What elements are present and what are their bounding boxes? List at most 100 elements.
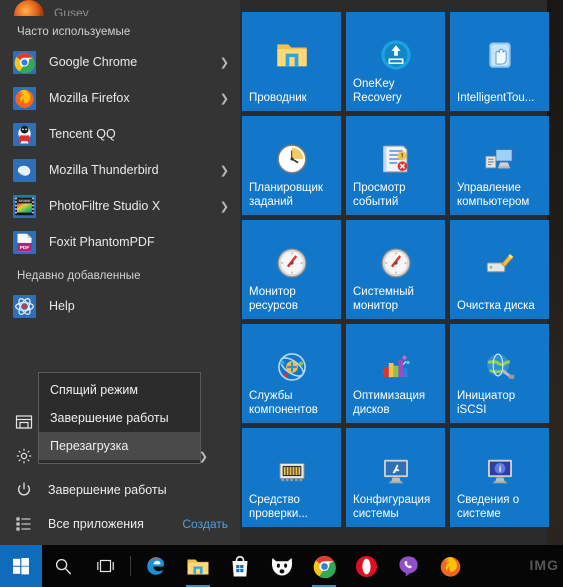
explorer-button[interactable] bbox=[177, 545, 219, 587]
viber-button[interactable] bbox=[387, 545, 429, 587]
start-tile[interactable]: IntelligentTou... bbox=[450, 12, 549, 111]
app-label: Mozilla Thunderbird bbox=[49, 163, 159, 177]
context-menu-item[interactable]: Спящий режим bbox=[39, 376, 200, 404]
tile-label: Очистка диска bbox=[457, 300, 535, 312]
memory-chip-icon bbox=[275, 454, 309, 488]
start-tile[interactable]: Монитор ресурсов bbox=[242, 220, 341, 319]
user-account-row[interactable]: Gusev bbox=[0, 0, 240, 16]
task-scheduler-clock-icon bbox=[275, 142, 309, 176]
svg-text:PDF: PDF bbox=[20, 245, 30, 251]
component-services-icon bbox=[275, 350, 309, 384]
disk-cleanup-brush-icon bbox=[483, 246, 517, 280]
tile-label: Инициатор iSCSI bbox=[457, 390, 516, 416]
start-tile[interactable]: ! Просмотр событий bbox=[346, 116, 445, 215]
chevron-right-icon[interactable]: ❯ bbox=[220, 56, 232, 69]
context-menu-item[interactable]: Перезагрузка bbox=[39, 432, 200, 460]
tile-label: OneKey Recovery bbox=[353, 78, 402, 104]
start-tile[interactable]: Планировщик заданий bbox=[242, 116, 341, 215]
start-tile[interactable]: Оптимизация дисков bbox=[346, 324, 445, 423]
start-tile[interactable]: Очистка диска bbox=[450, 220, 549, 319]
start-tile[interactable]: Конфигурация системы bbox=[346, 428, 445, 527]
event-viewer-icon: ! bbox=[379, 142, 413, 176]
task-view-icon bbox=[96, 559, 114, 573]
foxit-pdf-icon: PDF bbox=[13, 230, 36, 254]
svg-text:!: ! bbox=[401, 153, 403, 160]
app-list-item[interactable]: Mozilla Thunderbird ❯ bbox=[0, 152, 240, 188]
msconfig-monitor-icon bbox=[379, 454, 413, 488]
start-tile[interactable]: Средство проверки... bbox=[242, 428, 341, 527]
chevron-right-icon[interactable]: ❯ bbox=[220, 200, 232, 213]
store-bag-icon bbox=[232, 555, 248, 576]
start-button[interactable] bbox=[0, 545, 42, 587]
app-label: PhotoFiltre Studio X bbox=[49, 199, 161, 213]
system-info-monitor-icon: i bbox=[483, 454, 517, 488]
firefox-button[interactable] bbox=[429, 545, 471, 587]
tile-label: Сведения о системе bbox=[457, 494, 520, 520]
onekey-recovery-icon bbox=[379, 38, 413, 72]
iscsi-globe-icon bbox=[483, 350, 517, 384]
screen: Gusev Часто используемые Google Chrome ❯ … bbox=[0, 0, 563, 587]
chrome-icon bbox=[313, 555, 336, 578]
app-label: Google Chrome bbox=[49, 55, 138, 69]
frequent-apps-list: Google Chrome ❯ Mozilla Firefox ❯ Tencent … bbox=[0, 44, 240, 260]
chrome-icon bbox=[13, 50, 36, 74]
chrome-button[interactable] bbox=[303, 545, 345, 587]
chevron-right-icon[interactable]: ❯ bbox=[220, 92, 232, 105]
help-atom-icon bbox=[13, 294, 36, 318]
start-menu: Gusev Часто используемые Google Chrome ❯ … bbox=[0, 0, 549, 545]
tile-label: Средство проверки... bbox=[249, 494, 308, 520]
app-list-item[interactable]: Mozilla Firefox ❯ bbox=[0, 80, 240, 116]
task-view-button[interactable] bbox=[84, 545, 126, 587]
tencent-qq-icon bbox=[13, 122, 36, 146]
bottom-item-all-apps[interactable]: Все приложения Создать bbox=[0, 507, 240, 541]
tile-label: IntelligentTou... bbox=[457, 92, 535, 104]
start-tile[interactable]: Инициатор iSCSI bbox=[450, 324, 549, 423]
store-button[interactable] bbox=[219, 545, 261, 587]
app-list-item[interactable]: Tencent QQ❯ bbox=[0, 116, 240, 152]
taskbar: IMG bbox=[0, 545, 563, 587]
taskbar-divider bbox=[130, 556, 131, 576]
firefox-icon bbox=[440, 556, 460, 577]
app-list-item[interactable]: Google Chrome ❯ bbox=[0, 44, 240, 80]
opera-button[interactable] bbox=[345, 545, 387, 587]
create-link[interactable]: Создать bbox=[182, 517, 228, 531]
file-explorer-icon bbox=[14, 412, 34, 432]
recent-apps-list: Help❯ bbox=[0, 288, 240, 324]
start-tile[interactable]: OneKey Recovery bbox=[346, 12, 445, 111]
chevron-right-icon[interactable]: ❯ bbox=[220, 164, 232, 177]
all-apps-icon bbox=[14, 514, 34, 534]
tile-label: Конфигурация системы bbox=[353, 494, 431, 520]
resource-monitor-gauge-icon bbox=[275, 246, 309, 280]
thunderbird-icon bbox=[13, 158, 36, 182]
app-list-item[interactable]: Help❯ bbox=[0, 288, 240, 324]
photofiltre-icon: STUDIO bbox=[13, 194, 36, 218]
start-tile[interactable]: Управление компьютером bbox=[450, 116, 549, 215]
user-name: Gusev bbox=[54, 6, 89, 16]
app-list-item[interactable]: PDFFoxit PhantomPDF❯ bbox=[0, 224, 240, 260]
folder-icon bbox=[275, 38, 309, 72]
start-menu-tiles-pane: Проводник OneKey Recovery IntelligentTou… bbox=[240, 0, 549, 545]
power-context-menu: Спящий режим Завершение работы Перезагрузк… bbox=[38, 372, 201, 464]
start-tile[interactable]: Проводник bbox=[242, 12, 341, 111]
edge-button[interactable] bbox=[135, 545, 177, 587]
avatar[interactable] bbox=[14, 0, 44, 16]
app-label: Mozilla Firefox bbox=[49, 91, 130, 105]
aimp-button[interactable] bbox=[261, 545, 303, 587]
app-list-item[interactable]: STUDIO PhotoFiltre Studio X ❯ bbox=[0, 188, 240, 224]
tile-label: Проводник bbox=[249, 92, 307, 104]
start-tile[interactable]: i Сведения о системе bbox=[450, 428, 549, 527]
recent-section-header: Недавно добавленные bbox=[17, 270, 141, 282]
start-tile[interactable]: Системный монитор bbox=[346, 220, 445, 319]
frequent-section-header: Часто используемые bbox=[17, 26, 131, 38]
tile-label: Планировщик заданий bbox=[249, 182, 323, 208]
context-menu-item[interactable]: Завершение работы bbox=[39, 404, 200, 432]
bottom-item-power[interactable]: Завершение работы bbox=[0, 473, 240, 507]
start-tile[interactable]: Службы компонентов bbox=[242, 324, 341, 423]
app-label: Help bbox=[49, 299, 75, 313]
defragment-icon bbox=[379, 350, 413, 384]
tile-label: Просмотр событий bbox=[353, 182, 406, 208]
search-button[interactable] bbox=[42, 545, 84, 587]
bottom-item-label: Завершение работы bbox=[48, 483, 167, 497]
search-icon bbox=[55, 558, 71, 574]
tile-grid: Проводник OneKey Recovery IntelligentTou… bbox=[240, 12, 549, 527]
